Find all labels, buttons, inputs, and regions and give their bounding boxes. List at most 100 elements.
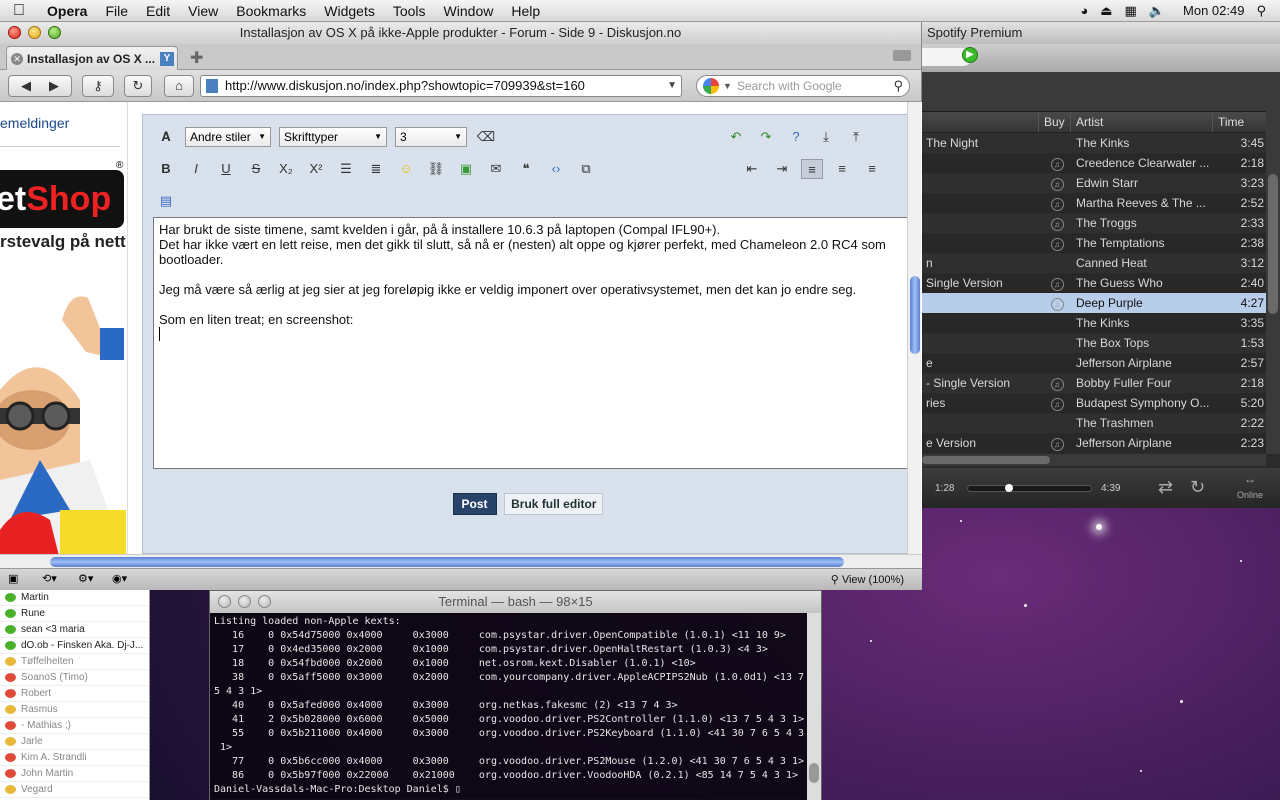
- google-icon[interactable]: [703, 78, 719, 94]
- buy-icon[interactable]: ♫: [1050, 157, 1064, 171]
- track-row[interactable]: ♫ Edwin Starr 3:23: [922, 173, 1280, 193]
- media-icon[interactable]: ⧉: [575, 159, 597, 179]
- search-icon[interactable]: ⚲: [893, 76, 903, 96]
- track-row[interactable]: - Single Version ♫ Bobby Fuller Four 2:18: [922, 373, 1280, 393]
- message-textarea[interactable]: Har brukt de siste timene, samt kvelden …: [153, 217, 909, 469]
- back-forward-buttons[interactable]: ◀ ▶: [8, 75, 72, 97]
- progress-knob[interactable]: [1005, 484, 1014, 492]
- scroll-thumb[interactable]: [50, 557, 844, 567]
- bullet-list-icon[interactable]: ☰: [335, 159, 357, 179]
- buddy-item[interactable]: dO.ob - Finsken Aka. Dj-J...: [0, 638, 149, 654]
- numbered-list-icon[interactable]: ≣: [365, 159, 387, 179]
- address-url[interactable]: http://www.diskusjon.no/index.php?showto…: [225, 78, 585, 93]
- progress-slider[interactable]: [967, 484, 1092, 492]
- track-row[interactable]: e Version ♫ Jefferson Airplane 2:23: [922, 433, 1280, 453]
- track-artist[interactable]: Bobby Fuller Four: [1072, 376, 1218, 390]
- adium-duck-icon[interactable]: ◕: [1080, 3, 1088, 18]
- buddy-item[interactable]: sean <3 maria: [0, 622, 149, 638]
- buddy-item[interactable]: SoanoS (Timo): [0, 670, 149, 686]
- align-right-icon[interactable]: ≡: [861, 159, 883, 179]
- track-artist[interactable]: The Trashmen: [1072, 416, 1218, 430]
- buddy-item[interactable]: Vegard: [0, 782, 149, 798]
- buy-icon[interactable]: ♫: [1050, 177, 1064, 191]
- zoom-button[interactable]: [258, 595, 271, 608]
- track-row[interactable]: e Jefferson Airplane 2:57: [922, 353, 1280, 373]
- track-artist[interactable]: Deep Purple: [1072, 296, 1218, 310]
- new-tab-icon[interactable]: ✚: [190, 48, 203, 68]
- source-mode-icon[interactable]: ▤: [155, 191, 177, 211]
- minimize-button[interactable]: [28, 26, 41, 39]
- align-left-icon[interactable]: ≡: [801, 159, 823, 179]
- track-artist[interactable]: The Kinks: [1072, 136, 1218, 150]
- repeat-icon[interactable]: ↻: [1190, 477, 1205, 498]
- track-artist[interactable]: The Troggs: [1072, 216, 1218, 230]
- search-placeholder[interactable]: Search with Google: [737, 79, 842, 93]
- col-artist[interactable]: Artist: [1070, 112, 1212, 132]
- align-center-icon[interactable]: ≡: [831, 159, 853, 179]
- email-icon[interactable]: ✉: [485, 159, 507, 179]
- style-select[interactable]: Andre stiler: [185, 127, 271, 147]
- track-artist[interactable]: Creedence Clearwater ...: [1072, 156, 1218, 170]
- post-button[interactable]: Post: [452, 493, 497, 515]
- buddy-item[interactable]: Rune: [0, 606, 149, 622]
- help-icon[interactable]: ?: [785, 127, 807, 147]
- buy-icon[interactable]: ♫: [1050, 377, 1064, 391]
- track-artist[interactable]: The Guess Who: [1072, 276, 1218, 290]
- zoom-indicator[interactable]: ⚲ View (100%): [831, 573, 904, 586]
- download-icon[interactable]: ⤓: [815, 127, 837, 147]
- spotify-horizontal-scrollbar[interactable]: [922, 454, 1266, 466]
- image-icon[interactable]: ▣: [455, 159, 477, 179]
- track-row[interactable]: ♫ Creedence Clearwater ... 2:18: [922, 153, 1280, 173]
- minimize-button[interactable]: [238, 595, 251, 608]
- track-artist[interactable]: Jefferson Airplane: [1072, 436, 1218, 450]
- buddy-item[interactable]: Martin: [0, 590, 149, 606]
- buy-icon[interactable]: ♫: [1050, 197, 1064, 211]
- track-row[interactable]: ♫ The Troggs 2:33: [922, 213, 1280, 233]
- unite-icon[interactable]: ⚙▾: [78, 572, 93, 585]
- scroll-thumb[interactable]: [809, 763, 819, 783]
- scroll-thumb[interactable]: [910, 276, 920, 354]
- menu-app-name[interactable]: Opera: [38, 3, 96, 19]
- menu-window[interactable]: Window: [435, 3, 503, 19]
- track-row[interactable]: The Night The Kinks 3:45: [922, 133, 1280, 153]
- track-artist[interactable]: The Box Tops: [1072, 336, 1218, 350]
- full-editor-button[interactable]: Bruk full editor: [504, 493, 604, 515]
- close-button[interactable]: [8, 26, 21, 39]
- link-icon[interactable]: ⛓: [425, 159, 447, 179]
- track-row[interactable]: ♫ Martha Reeves & The ... 2:52: [922, 193, 1280, 213]
- italic-icon[interactable]: I: [185, 159, 207, 179]
- terminal-output[interactable]: Listing loaded non-Apple kexts: 16 0 0x5…: [210, 613, 809, 800]
- page-vertical-scrollbar[interactable]: [907, 102, 921, 554]
- buy-icon[interactable]: ♫: [1050, 217, 1064, 231]
- buy-icon[interactable]: ♫: [1050, 437, 1064, 451]
- track-artist[interactable]: Budapest Symphony O...: [1072, 396, 1218, 410]
- font-select[interactable]: Skrifttyper: [279, 127, 387, 147]
- track-artist[interactable]: Martha Reeves & The ...: [1072, 196, 1218, 210]
- track-row[interactable]: Single Version ♫ The Guess Who 2:40: [922, 273, 1280, 293]
- superscript-icon[interactable]: X²: [305, 159, 327, 179]
- calendar-icon[interactable]: ▦: [1125, 3, 1137, 19]
- upload-icon[interactable]: ⤒: [845, 127, 867, 147]
- zoom-button[interactable]: [48, 26, 61, 39]
- col-track[interactable]: [922, 112, 1038, 132]
- track-row[interactable]: n Canned Heat 3:12: [922, 253, 1280, 273]
- spotlight-search-icon[interactable]: ⚲: [1256, 3, 1266, 19]
- buddy-item[interactable]: Jarle: [0, 734, 149, 750]
- search-engine-dropdown-icon[interactable]: ▼: [723, 76, 732, 96]
- spotify-vertical-scrollbar[interactable]: [1266, 94, 1280, 454]
- advertisement-banner[interactable]: etShop ® rstevalg på nett!: [0, 160, 126, 554]
- indent-icon[interactable]: ⇥: [771, 159, 793, 179]
- quote-icon[interactable]: ❝: [515, 159, 537, 179]
- sync-icon[interactable]: ⟲▾: [42, 572, 57, 585]
- address-bar[interactable]: http://www.diskusjon.no/index.php?showto…: [200, 75, 682, 97]
- home-icon[interactable]: ⌂: [164, 75, 194, 97]
- underline-icon[interactable]: U: [215, 159, 237, 179]
- eject-icon[interactable]: ⏏: [1100, 3, 1112, 19]
- track-artist[interactable]: Edwin Starr: [1072, 176, 1218, 190]
- track-artist[interactable]: Jefferson Airplane: [1072, 356, 1218, 370]
- strikethrough-icon[interactable]: S: [245, 159, 267, 179]
- menu-bookmarks[interactable]: Bookmarks: [227, 3, 315, 19]
- bold-icon[interactable]: B: [155, 159, 177, 179]
- redo-icon[interactable]: ↷: [755, 127, 777, 147]
- reload-icon[interactable]: ↻: [124, 75, 152, 97]
